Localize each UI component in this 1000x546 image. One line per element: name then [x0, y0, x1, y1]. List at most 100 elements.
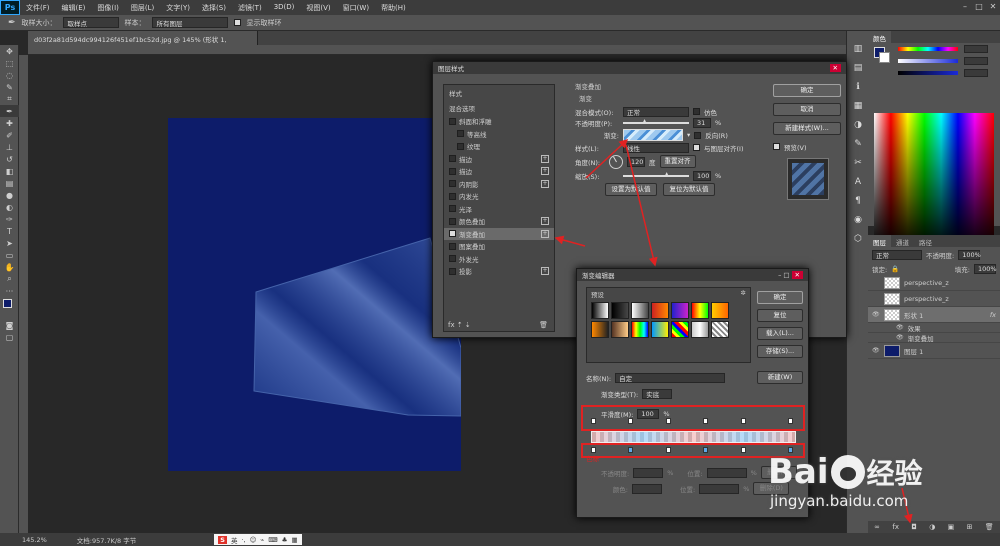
- preset-swatch[interactable]: [651, 321, 669, 338]
- clone-source-icon[interactable]: ✂: [847, 153, 869, 172]
- brush-tool-icon[interactable]: ✐: [0, 129, 19, 141]
- layer-fx-badge[interactable]: fx: [990, 311, 996, 319]
- preset-swatch[interactable]: [591, 302, 609, 319]
- style-list-item[interactable]: 纹理: [444, 140, 554, 153]
- gradient-bar[interactable]: [591, 431, 796, 443]
- layers-tab[interactable]: 路径: [914, 235, 937, 247]
- layer-opacity-input[interactable]: 100%: [958, 250, 981, 260]
- style-list-item[interactable]: 描边 +: [444, 165, 554, 178]
- opacity-stops[interactable]: [583, 418, 803, 426]
- reset-default-button[interactable]: 复位为默认值: [663, 183, 715, 196]
- add-effect-icon[interactable]: +: [541, 217, 549, 226]
- new-style-button[interactable]: 新建样式(W)...: [773, 122, 841, 135]
- stop-location-input[interactable]: [706, 467, 747, 478]
- lasso-tool-icon[interactable]: ◌: [0, 69, 19, 81]
- layer-row[interactable]: perspective_z: [868, 291, 1000, 307]
- menu-item[interactable]: 编辑(E): [56, 3, 92, 13]
- quick-mask-icon[interactable]: ◙: [0, 319, 19, 331]
- menu-item[interactable]: 文件(F): [20, 3, 56, 13]
- effect-eye-icon[interactable]: 👁: [896, 334, 904, 341]
- more-tools-icon[interactable]: ···: [0, 285, 19, 297]
- style-checkbox[interactable]: [449, 230, 456, 238]
- sample-select[interactable]: 所有图层: [151, 17, 228, 28]
- sample-size-select[interactable]: 取样点: [62, 17, 119, 28]
- shape-tool-icon[interactable]: ▭: [0, 249, 19, 261]
- info-panel-icon[interactable]: ℹ: [847, 77, 869, 96]
- opacity-stop[interactable]: [665, 418, 671, 424]
- style-delete-icon[interactable]: 🗑: [539, 321, 548, 329]
- style-list-item[interactable]: 图案叠加: [444, 240, 554, 253]
- ime-toolbar[interactable]: S 英 ·, ☺ ⌁ ⌨ ♣ ▦: [214, 534, 302, 545]
- ge-new-button[interactable]: 新建(W): [757, 371, 803, 384]
- preset-swatch[interactable]: [711, 321, 729, 338]
- add-effect-icon[interactable]: +: [541, 154, 549, 163]
- set-default-button[interactable]: 设置为默认值: [605, 183, 657, 196]
- preset-swatch[interactable]: [711, 302, 729, 319]
- layer-effect-row[interactable]: 👁 效果: [868, 323, 1000, 333]
- color-stop[interactable]: [665, 447, 671, 453]
- preset-swatch[interactable]: [631, 302, 649, 319]
- ge-close-icon[interactable]: ✕: [791, 271, 803, 279]
- fill-input[interactable]: 100%: [974, 264, 997, 274]
- presets-gear-icon[interactable]: ✲: [741, 289, 746, 299]
- reset-align-button[interactable]: 重置对齐: [659, 155, 696, 168]
- stamp-tool-icon[interactable]: ⊥: [0, 141, 19, 153]
- scale-input[interactable]: 100: [693, 170, 711, 181]
- show-ring-checkbox[interactable]: [233, 19, 241, 26]
- visibility-eye-icon[interactable]: 👁: [872, 311, 880, 318]
- color-sliders[interactable]: [868, 43, 1000, 79]
- blend-mode-dropdown[interactable]: 正常: [623, 106, 689, 117]
- angle-input[interactable]: 120: [627, 156, 645, 167]
- close-icon[interactable]: ✕: [986, 2, 1000, 14]
- quick-select-tool-icon[interactable]: ✎: [0, 81, 19, 93]
- preset-swatch[interactable]: [611, 302, 629, 319]
- tab-color[interactable]: 颜色: [868, 31, 891, 43]
- color-stop[interactable]: [740, 447, 746, 453]
- pen-tool-icon[interactable]: ✑: [0, 213, 19, 225]
- move-tool-icon[interactable]: ✥: [0, 45, 19, 57]
- layer-row[interactable]: perspective_z: [868, 275, 1000, 291]
- style-dropdown[interactable]: 线性: [623, 142, 689, 153]
- gradient-picker[interactable]: [623, 129, 683, 141]
- color-swatches[interactable]: [0, 297, 18, 319]
- ge-save-button[interactable]: 存储(S)...: [757, 345, 803, 358]
- color-stop[interactable]: [628, 447, 634, 453]
- preset-swatch[interactable]: [611, 321, 629, 338]
- eraser-tool-icon[interactable]: ◧: [0, 165, 19, 177]
- layers-tab[interactable]: 图层: [868, 235, 891, 247]
- preset-swatch[interactable]: [691, 302, 709, 319]
- add-effect-icon[interactable]: +: [541, 179, 549, 188]
- color-spectrum[interactable]: [874, 113, 994, 248]
- character-panel-icon[interactable]: A: [847, 172, 869, 191]
- dialog-close-icon[interactable]: ✕: [829, 64, 841, 72]
- angle-dial[interactable]: [609, 154, 623, 169]
- stop-color-swatch[interactable]: [632, 483, 662, 494]
- preset-swatch[interactable]: [671, 302, 689, 319]
- hand-tool-icon[interactable]: ✋: [0, 261, 19, 273]
- style-checkbox[interactable]: [457, 142, 464, 150]
- style-list-item[interactable]: 等高线: [444, 128, 554, 141]
- screen-mode-icon[interactable]: ▢: [0, 331, 19, 343]
- menu-item[interactable]: 图像(I): [91, 3, 125, 13]
- maximize-icon[interactable]: □: [972, 2, 986, 14]
- smoothness-input[interactable]: 100: [637, 408, 660, 419]
- crop-tool-icon[interactable]: ⌗: [0, 93, 19, 105]
- blend-mode-select[interactable]: 正常: [872, 250, 922, 260]
- style-checkbox[interactable]: [449, 192, 456, 200]
- mic-icon[interactable]: ⌁: [260, 536, 264, 544]
- zoom-tool-icon[interactable]: ⌕: [0, 273, 19, 285]
- swatches-panel-icon[interactable]: ▦: [847, 96, 869, 115]
- dodge-tool-icon[interactable]: ◐: [0, 201, 19, 213]
- reverse-checkbox[interactable]: [694, 131, 702, 139]
- lock-icon[interactable]: 🔒: [891, 265, 899, 273]
- group-icon[interactable]: ▣: [948, 523, 955, 531]
- eyedropper-icon[interactable]: ✒: [8, 18, 16, 28]
- dither-checkbox[interactable]: [693, 108, 700, 115]
- preview-checkbox[interactable]: [773, 143, 780, 150]
- adjustments-panel-icon[interactable]: ◑: [847, 115, 869, 134]
- add-effect-icon[interactable]: +: [541, 229, 549, 238]
- style-checkbox[interactable]: [449, 117, 456, 125]
- preset-swatch[interactable]: [651, 302, 669, 319]
- style-checkbox[interactable]: [449, 205, 456, 213]
- visibility-eye-icon[interactable]: 👁: [872, 347, 880, 354]
